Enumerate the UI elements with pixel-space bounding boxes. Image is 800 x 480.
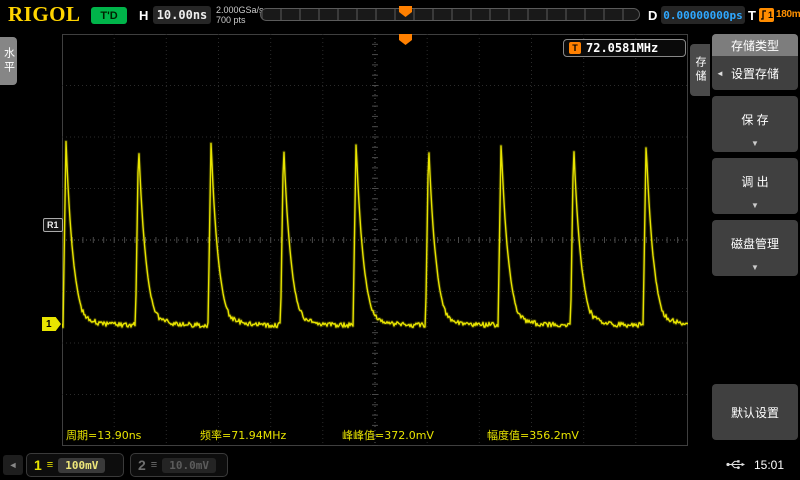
horizontal-position-bar xyxy=(260,8,640,21)
delay-readout[interactable]: 0.00000000ps xyxy=(661,6,745,24)
channel1-number: 1 xyxy=(34,457,42,473)
channel1-level-marker: 1 xyxy=(42,317,61,331)
freq-counter-trigger-icon: T xyxy=(569,42,581,54)
menu-storage-type-value-text: 设置存储 xyxy=(731,65,779,82)
menu-disk-label: 磁盘管理 xyxy=(712,235,798,252)
timebase-readout[interactable]: 10.00ns xyxy=(153,6,211,24)
menu-recall-label: 调 出 xyxy=(712,173,798,190)
channel2-coupling-icon: ≡ xyxy=(151,459,157,471)
frequency-counter: T 72.0581MHz xyxy=(563,39,686,57)
trigger-source-badge[interactable]: 1 xyxy=(759,8,774,22)
trigger-label: T xyxy=(748,8,756,23)
dropdown-icon: ▼ xyxy=(712,263,798,272)
trigger-slope-icon xyxy=(760,10,767,20)
measurement-vpp: 峰峰值=372.0mV xyxy=(342,427,434,443)
menu-item-default-setup[interactable]: 默认设置 xyxy=(712,384,798,440)
menu-item-storage-type[interactable]: 存储类型 ◄ 设置存储 xyxy=(712,34,798,90)
menu-default-label: 默认设置 xyxy=(712,384,798,440)
channel1-badge[interactable]: 1 ≡ 100mV xyxy=(26,453,124,477)
measurement-amplitude: 幅度值=356.2mV xyxy=(487,427,579,443)
waveform-display xyxy=(62,34,688,446)
measurement-period: 周期=13.90ns xyxy=(66,427,141,443)
clock: 15:01 xyxy=(754,458,784,472)
memory-depth: 700 pts xyxy=(216,15,264,25)
channel2-number: 2 xyxy=(138,457,146,473)
oscilloscope-screen: RIGOL T'D H 10.00ns 2.000GSa/s 700 pts D… xyxy=(0,0,800,480)
menu-storage-type-value: ◄ 设置存储 xyxy=(712,56,798,90)
delay-label: D xyxy=(648,8,657,23)
menu-item-disk-management[interactable]: 磁盘管理 ▼ xyxy=(712,220,798,276)
menu-item-recall[interactable]: 调 出 ▼ xyxy=(712,158,798,214)
channel1-coupling-icon: ≡ xyxy=(47,459,53,471)
reference-marker: R1 xyxy=(43,218,63,232)
sample-rate-readout: 2.000GSa/s 700 pts xyxy=(216,5,264,25)
measurement-frequency: 频率=71.94MHz xyxy=(200,427,286,443)
collapse-menu-button[interactable]: ◄ xyxy=(3,455,23,475)
menu-save-label: 保 存 xyxy=(712,111,798,128)
tab-horizontal[interactable]: 水平 xyxy=(0,37,17,85)
trigger-status-badge: T'D xyxy=(91,7,127,24)
dropdown-icon: ▼ xyxy=(712,201,798,210)
tab-storage[interactable]: 存储 xyxy=(690,44,710,96)
expand-left-icon: ◄ xyxy=(716,69,724,78)
dropdown-icon: ▼ xyxy=(712,139,798,148)
sample-rate: 2.000GSa/s xyxy=(216,5,264,15)
rigol-logo: RIGOL xyxy=(8,2,81,27)
trigger-source: 1 xyxy=(768,10,773,20)
menu-storage-type-title: 存储类型 xyxy=(712,34,798,56)
channel2-badge[interactable]: 2 ≡ 10.0mV xyxy=(130,453,228,477)
freq-counter-value: 72.0581MHz xyxy=(586,41,658,55)
trigger-level-readout: 180mV xyxy=(776,9,800,20)
waveform-svg xyxy=(62,34,688,446)
horizontal-label: H xyxy=(139,8,148,23)
channel2-scale: 10.0mV xyxy=(162,458,216,473)
usb-icon xyxy=(726,458,746,471)
menu-item-save[interactable]: 保 存 ▼ xyxy=(712,96,798,152)
channel1-scale: 100mV xyxy=(58,458,105,473)
